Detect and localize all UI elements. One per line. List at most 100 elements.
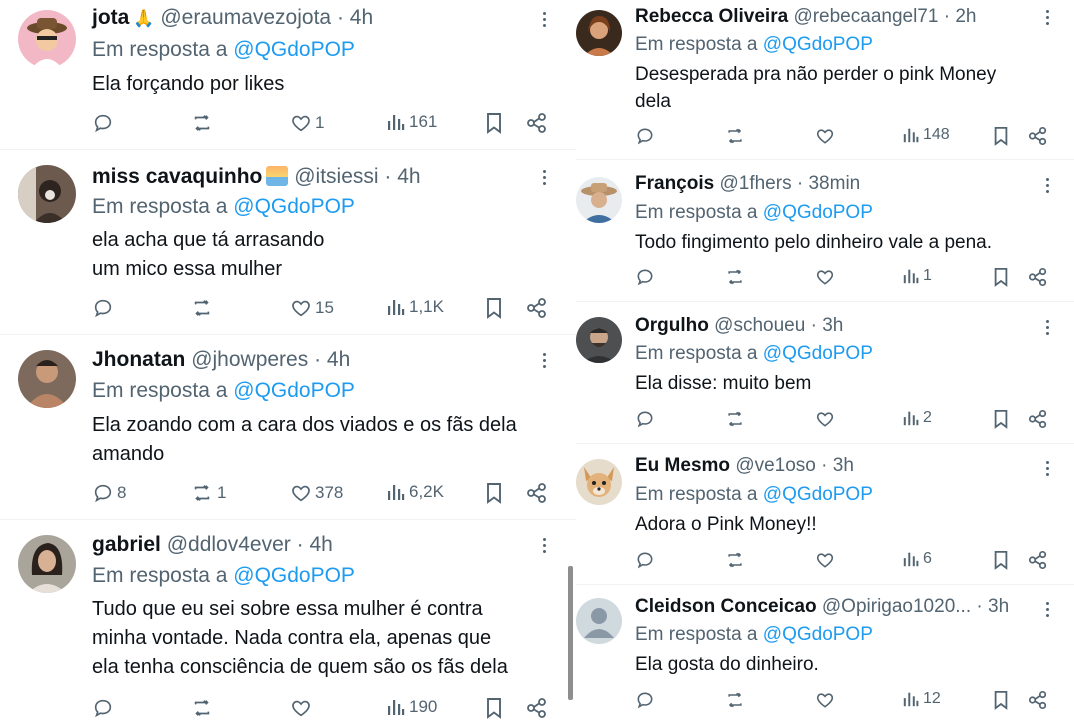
views-button[interactable]: 2 — [902, 409, 932, 427]
mention-link[interactable]: @QGdoPOP — [233, 38, 355, 61]
more-icon[interactable] — [1046, 461, 1049, 479]
reply-tweet[interactable]: jota 🙏 @eraumavezojota · 4h Em resposta a… — [0, 0, 576, 150]
user-handle[interactable]: @1fhers — [719, 173, 791, 194]
more-icon[interactable] — [543, 538, 546, 556]
timestamp[interactable]: 3h — [822, 315, 843, 336]
reply-button[interactable] — [92, 697, 117, 719]
display-name[interactable]: Cleidson Conceicao — [635, 596, 817, 617]
bookmark-button[interactable] — [484, 697, 504, 719]
like-button[interactable] — [815, 550, 838, 570]
user-handle[interactable]: @jhowperes — [191, 348, 308, 371]
user-handle[interactable]: @Opirigao1020... — [822, 596, 971, 617]
timestamp[interactable]: 2h — [955, 6, 976, 27]
views-button[interactable]: 148 — [902, 126, 950, 144]
display-name[interactable]: François — [635, 173, 714, 194]
like-button[interactable]: 1 — [290, 112, 324, 134]
more-icon[interactable] — [1046, 178, 1049, 196]
avatar[interactable] — [18, 350, 76, 408]
user-handle[interactable]: @itsiessi — [294, 165, 378, 188]
reply-tweet[interactable]: Eu Mesmo @ve1oso · 3h Em resposta a @QGd… — [576, 445, 1074, 585]
retweet-button[interactable] — [190, 112, 217, 134]
reply-tweet[interactable]: Rebecca Oliveira @rebecaangel71 · 2h Em … — [576, 0, 1074, 160]
bookmark-button[interactable] — [992, 267, 1010, 287]
timestamp[interactable]: 38min — [808, 173, 860, 194]
retweet-button[interactable] — [190, 697, 217, 719]
reply-button[interactable] — [92, 112, 117, 134]
avatar[interactable] — [18, 165, 76, 223]
bookmark-button[interactable] — [484, 482, 504, 504]
mention-link[interactable]: @QGdoPOP — [763, 343, 873, 364]
avatar[interactable] — [18, 10, 76, 68]
timestamp[interactable]: 4h — [350, 6, 373, 29]
views-button[interactable]: 6,2K — [386, 482, 444, 502]
more-icon[interactable] — [543, 170, 546, 188]
more-icon[interactable] — [1046, 320, 1049, 338]
share-button[interactable] — [526, 482, 548, 504]
retweet-button[interactable] — [724, 550, 749, 570]
like-button[interactable] — [290, 697, 315, 719]
timestamp[interactable]: 3h — [833, 455, 854, 476]
like-button[interactable] — [815, 126, 838, 146]
mention-link[interactable]: @QGdoPOP — [233, 195, 355, 218]
bookmark-button[interactable] — [484, 112, 504, 134]
reply-button[interactable] — [635, 409, 658, 429]
bookmark-button[interactable] — [484, 297, 504, 319]
share-button[interactable] — [1028, 126, 1048, 146]
bookmark-button[interactable] — [992, 126, 1010, 146]
reply-button[interactable] — [92, 297, 117, 319]
reply-tweet[interactable]: François @1fhers · 38min Em resposta a @… — [576, 161, 1074, 302]
like-button[interactable] — [815, 267, 838, 287]
retweet-button[interactable] — [724, 690, 749, 710]
reply-tweet[interactable]: Orgulho @schoueu · 3h Em resposta a @QGd… — [576, 303, 1074, 444]
user-handle[interactable]: @ve1oso — [735, 455, 816, 476]
avatar[interactable] — [576, 317, 622, 363]
retweet-button[interactable] — [190, 297, 217, 319]
share-button[interactable] — [1028, 550, 1048, 570]
reply-tweet[interactable]: gabriel @ddlov4ever · 4h Em resposta a @… — [0, 521, 576, 720]
timestamp[interactable]: 4h — [397, 165, 420, 188]
reply-tweet[interactable]: Cleidson Conceicao @Opirigao1020... · 3h… — [576, 586, 1074, 720]
views-button[interactable]: 1 — [902, 267, 932, 285]
user-handle[interactable]: @eraumavezojota — [160, 6, 331, 29]
bookmark-button[interactable] — [992, 690, 1010, 710]
share-button[interactable] — [526, 297, 548, 319]
display-name[interactable]: jota — [92, 6, 129, 29]
share-button[interactable] — [1028, 690, 1048, 710]
reply-tweet[interactable]: miss cavaquinho @itsiessi · 4h Em respos… — [0, 151, 576, 335]
mention-link[interactable]: @QGdoPOP — [763, 484, 873, 505]
like-button[interactable]: 15 — [290, 297, 334, 319]
views-button[interactable]: 1,1K — [386, 297, 444, 317]
timestamp[interactable]: 4h — [327, 348, 350, 371]
scrollbar[interactable] — [568, 566, 573, 700]
share-button[interactable] — [526, 697, 548, 719]
mention-link[interactable]: @QGdoPOP — [233, 564, 355, 587]
retweet-button[interactable]: 1 — [190, 482, 226, 504]
user-handle[interactable]: @rebecaangel71 — [793, 6, 938, 27]
share-button[interactable] — [1028, 409, 1048, 429]
avatar[interactable] — [576, 177, 622, 223]
share-button[interactable] — [526, 112, 548, 134]
display-name[interactable]: Orgulho — [635, 315, 709, 336]
reply-button[interactable] — [635, 550, 658, 570]
bookmark-button[interactable] — [992, 550, 1010, 570]
more-icon[interactable] — [543, 353, 546, 371]
like-button[interactable] — [815, 409, 838, 429]
retweet-button[interactable] — [724, 126, 749, 146]
reply-tweet[interactable]: Jhonatan @jhowperes · 4h Em resposta a @… — [0, 336, 576, 520]
display-name[interactable]: gabriel — [92, 533, 161, 556]
more-icon[interactable] — [543, 12, 546, 30]
views-button[interactable]: 190 — [386, 697, 437, 717]
share-button[interactable] — [1028, 267, 1048, 287]
display-name[interactable]: Rebecca Oliveira — [635, 6, 788, 27]
avatar[interactable] — [576, 459, 622, 505]
display-name[interactable]: miss cavaquinho — [92, 165, 262, 188]
views-button[interactable]: 12 — [902, 690, 941, 708]
reply-button[interactable]: 8 — [92, 482, 126, 504]
user-handle[interactable]: @schoueu — [714, 315, 805, 336]
views-button[interactable]: 161 — [386, 112, 437, 132]
mention-link[interactable]: @QGdoPOP — [233, 379, 355, 402]
mention-link[interactable]: @QGdoPOP — [763, 624, 873, 645]
retweet-button[interactable] — [724, 267, 749, 287]
views-button[interactable]: 6 — [902, 550, 932, 568]
display-name[interactable]: Eu Mesmo — [635, 455, 730, 476]
